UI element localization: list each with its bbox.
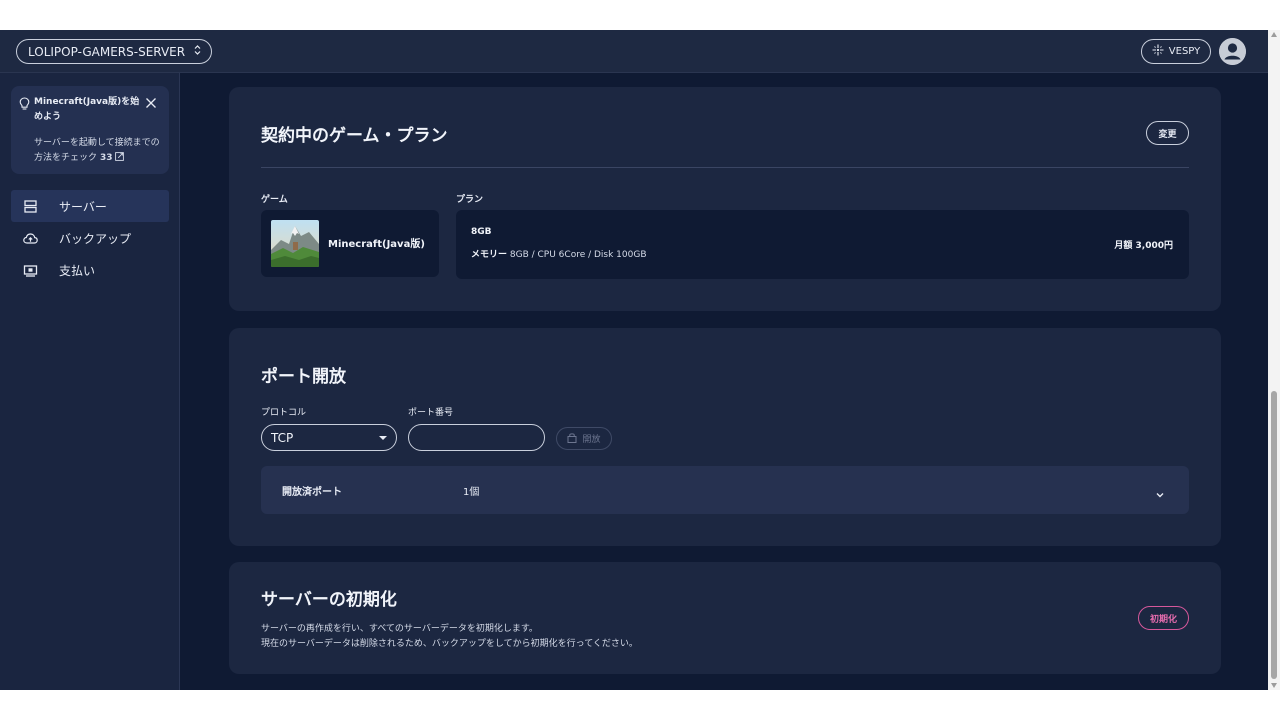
sidebar-item-label: 支払い	[59, 264, 96, 278]
main-content: 契約中のゲーム・プラン 変更 ゲーム プラン Minecraft(Java版) …	[180, 73, 1268, 690]
protocol-value: TCP	[271, 430, 294, 445]
plan-card: 契約中のゲーム・プラン 変更 ゲーム プラン Minecraft(Java版) …	[229, 87, 1221, 311]
external-link-icon	[114, 152, 124, 161]
plan-spec-value: 8GB / CPU 6Core / Disk 100GB	[509, 250, 647, 260]
payment-icon	[23, 263, 38, 278]
divider	[261, 167, 1189, 168]
tip-title: Minecraft(Java版)を始めよう	[34, 97, 140, 122]
getting-started-tip: Minecraft(Java版)を始めよう サーバーを起動して接続までの方法をチ…	[11, 86, 169, 174]
reset-card-title: サーバーの初期化	[261, 590, 397, 610]
opened-ports-count: 1個	[463, 487, 480, 498]
user-avatar-icon[interactable]	[1219, 38, 1246, 65]
plan-price: 月額 3,000円	[1114, 241, 1173, 251]
tip-body-text: サーバーを起動して接続までの方法をチェック	[34, 138, 160, 163]
cloud-upload-icon	[23, 231, 38, 246]
lightbulb-icon	[19, 96, 30, 110]
protocol-label: プロトコル	[261, 408, 307, 418]
open-port-button-label: 開放	[582, 435, 601, 445]
game-box: Minecraft(Java版)	[261, 210, 439, 277]
port-number-label: ポート番号	[408, 408, 454, 418]
page-scrollbar[interactable]	[1268, 30, 1280, 690]
port-card-title: ポート開放	[261, 367, 346, 387]
scroll-up-arrow-icon[interactable]	[1271, 32, 1277, 37]
top-bar: LOLIPOP-GAMERS-SERVER VESPY	[0, 30, 1268, 73]
plan-spec-key: メモリー	[471, 250, 508, 260]
plan-box: 8GB メモリー 8GB / CPU 6Core / Disk 100GB 月額…	[456, 210, 1189, 279]
server-icon	[23, 199, 38, 214]
opened-ports-accordion[interactable]: 開放済ポート 1個	[261, 466, 1189, 514]
app-window: LOLIPOP-GAMERS-SERVER VESPY Minecraft(Ja…	[0, 30, 1268, 690]
plan-name: 8GB	[471, 227, 492, 237]
reset-card: サーバーの初期化 サーバーの再作成を行い、すべてのサーバーデータを初期化します。…	[229, 562, 1221, 674]
tip-link-badge: 33	[100, 153, 113, 163]
sidebar-item-label: サーバー	[59, 200, 107, 214]
server-select[interactable]: LOLIPOP-GAMERS-SERVER	[16, 39, 213, 64]
sidebar-item-backup[interactable]: バックアップ	[11, 222, 169, 254]
tip-body[interactable]: サーバーを起動して接続までの方法をチェック 33	[34, 136, 164, 166]
reset-description: サーバーの再作成を行い、すべてのサーバーデータを初期化します。 現在のサーバーデ…	[261, 622, 638, 652]
sidebar: Minecraft(Java版)を始めよう サーバーを起動して接続までの方法をチ…	[0, 73, 180, 690]
updown-chevron-icon	[194, 44, 201, 56]
plan-label: プラン	[456, 195, 484, 205]
opened-ports-label: 開放済ポート	[282, 487, 342, 498]
reset-description-line: 現在のサーバーデータは削除されるため、バックアップをしてから初期化を行ってくださ…	[261, 639, 638, 649]
sidebar-item-payment[interactable]: 支払い	[11, 254, 169, 286]
sidebar-item-label: バックアップ	[59, 232, 132, 246]
sidebar-nav: サーバー バックアップ 支払い	[11, 190, 169, 286]
plan-spec: メモリー 8GB / CPU 6Core / Disk 100GB	[471, 247, 647, 260]
scroll-down-arrow-icon[interactable]	[1271, 683, 1277, 688]
game-label: ゲーム	[261, 195, 288, 205]
lock-icon	[567, 432, 577, 446]
port-number-input[interactable]	[408, 424, 545, 451]
caret-down-icon	[379, 436, 387, 440]
open-port-button[interactable]: 開放	[556, 427, 612, 450]
user-button-label: VESPY	[1168, 46, 1201, 57]
plan-card-title: 契約中のゲーム・プラン	[261, 126, 448, 146]
sidebar-item-server[interactable]: サーバー	[11, 190, 169, 222]
user-button[interactable]: VESPY	[1141, 39, 1211, 64]
close-icon[interactable]	[144, 95, 158, 109]
sparkle-icon	[1152, 44, 1164, 59]
reset-server-button[interactable]: 初期化	[1138, 606, 1189, 630]
game-name: Minecraft(Java版)	[328, 239, 425, 250]
reset-description-line: サーバーの再作成を行い、すべてのサーバーデータを初期化します。	[261, 624, 538, 634]
chevron-down-icon	[1155, 485, 1165, 498]
change-plan-button[interactable]: 変更	[1146, 121, 1189, 145]
port-card: ポート開放 プロトコル ポート番号 TCP 開放 開放済ポート 1個	[229, 328, 1221, 546]
protocol-select[interactable]: TCP	[261, 424, 397, 451]
game-thumbnail	[271, 220, 319, 267]
scroll-thumb[interactable]	[1271, 391, 1277, 679]
server-name: LOLIPOP-GAMERS-SERVER	[28, 44, 186, 59]
